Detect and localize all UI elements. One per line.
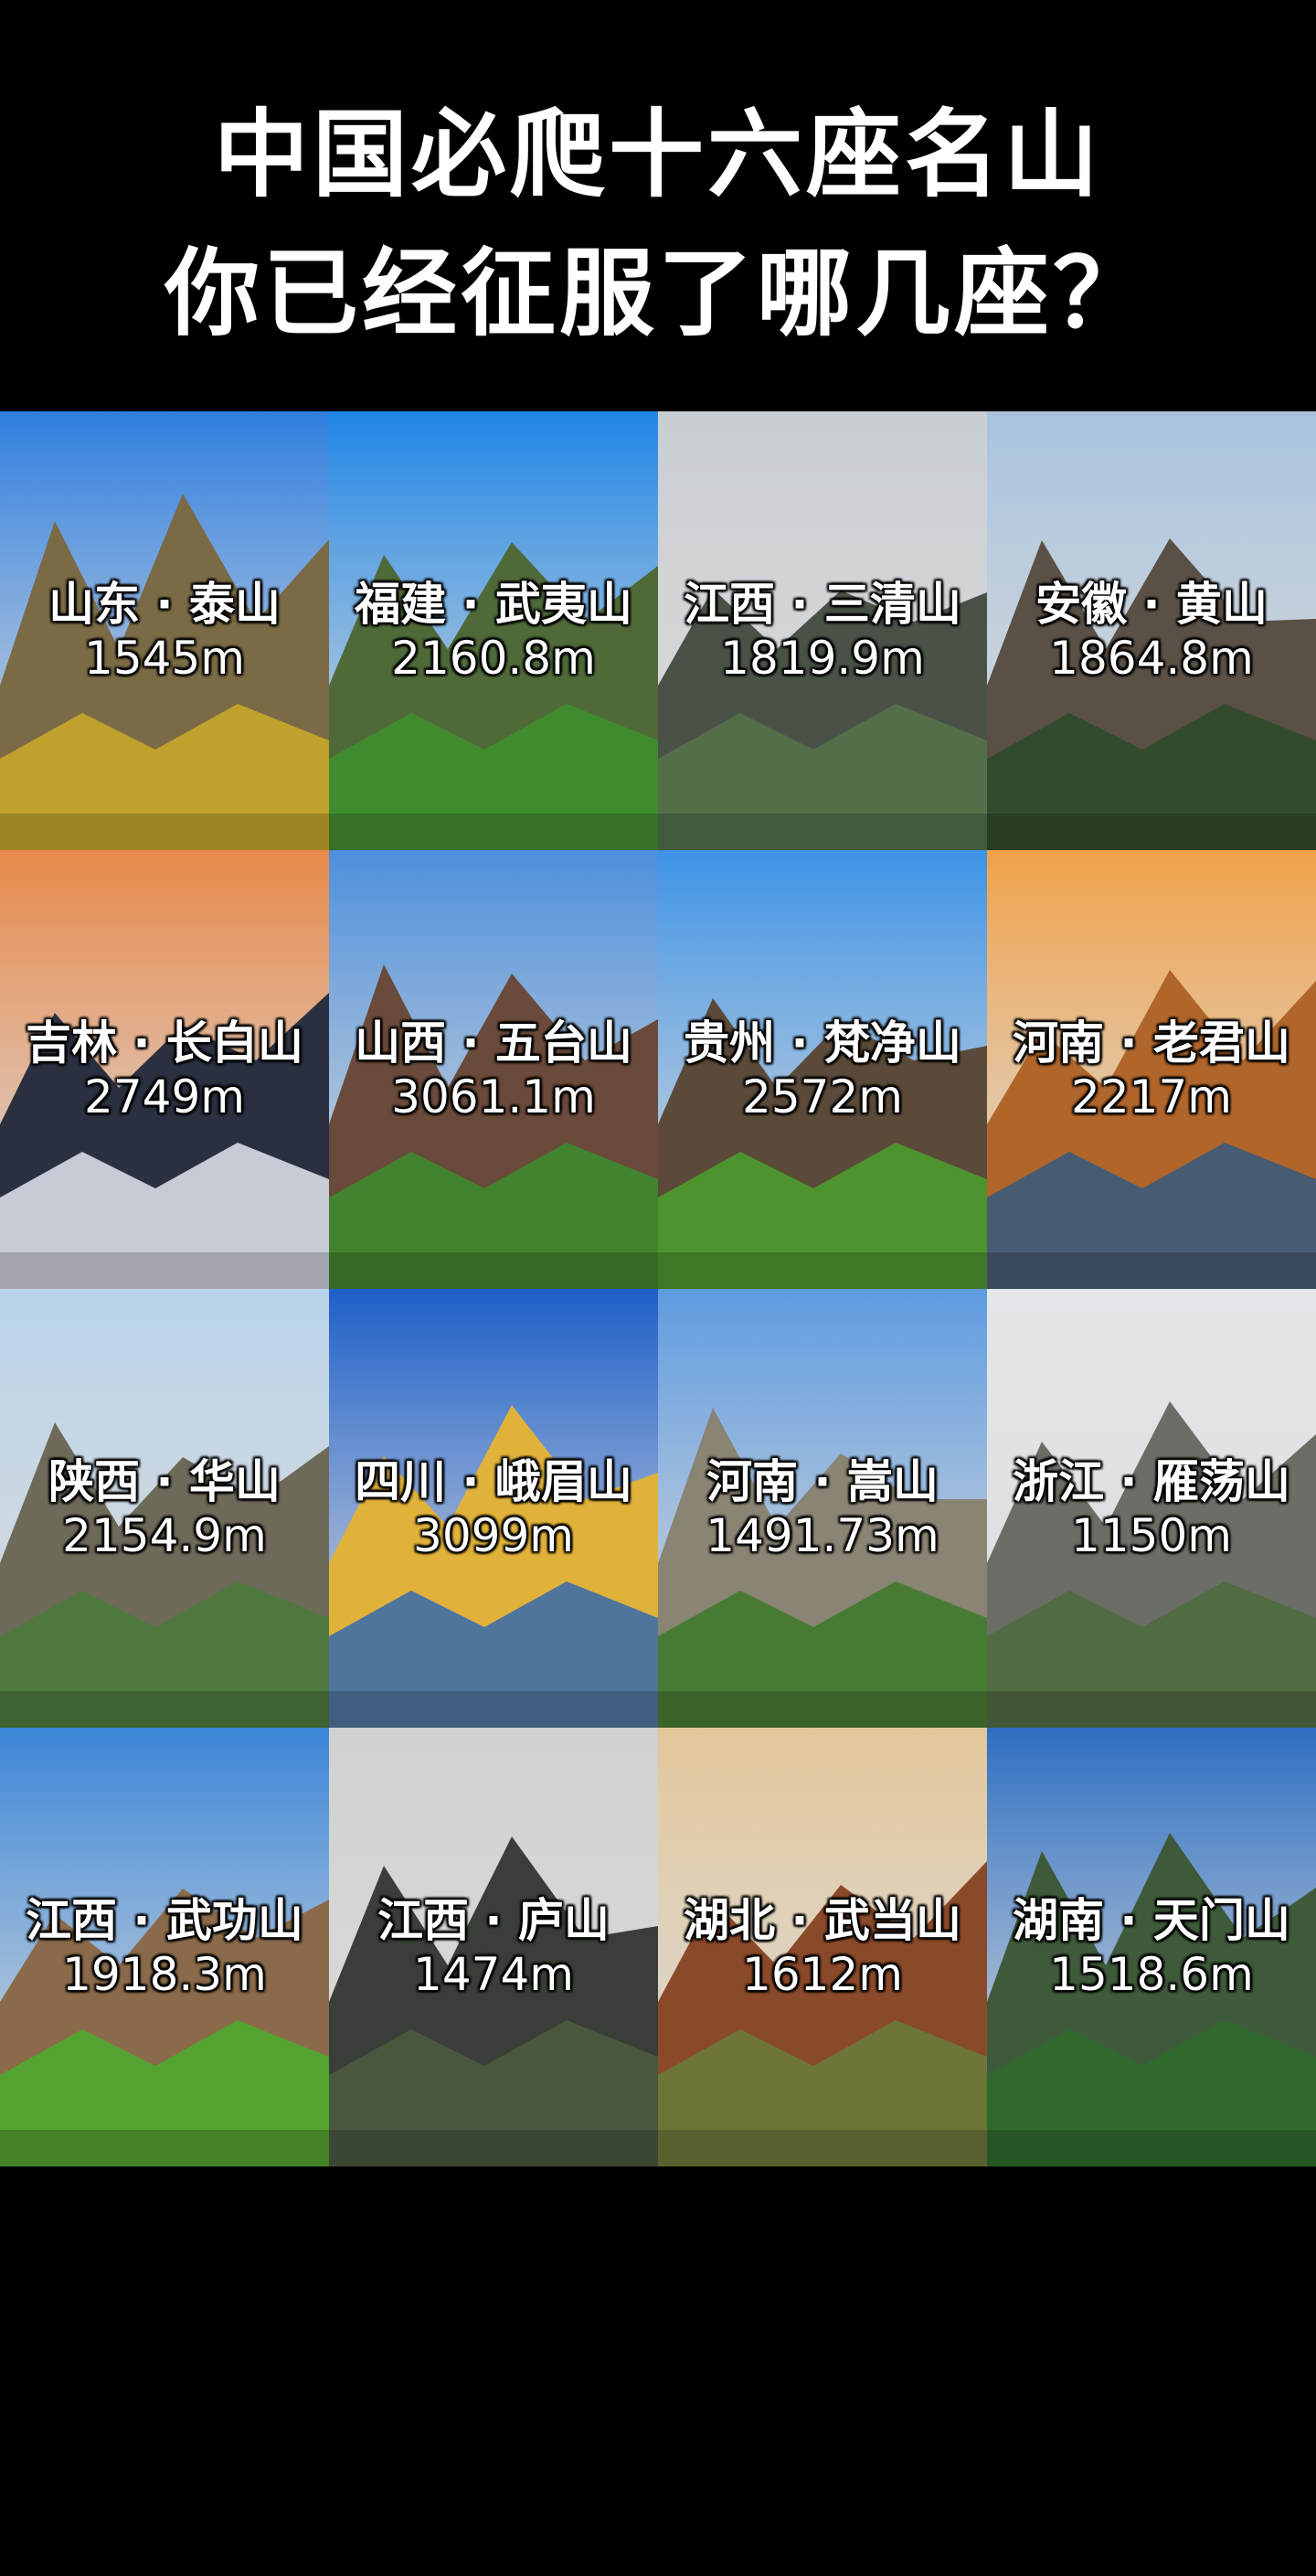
mountain-height: 1474m (413, 1948, 574, 2001)
mountain-tile: 湖北 · 武当山 1612m (658, 1728, 987, 2166)
mountain-tile: 江西 · 三清山 1819.9m (658, 411, 987, 850)
mountain-caption: 安徽 · 黄山 1864.8m (987, 577, 1316, 685)
mountain-height: 1150m (1071, 1509, 1232, 1562)
mountain-caption: 湖北 · 武当山 1612m (658, 1893, 987, 2001)
header: 中国必爬十六座名山 你已经征服了哪几座？ (0, 0, 1316, 411)
mountain-name: 湖北 · 武当山 (684, 1894, 961, 1947)
mountain-height: 1518.6m (1049, 1948, 1254, 2001)
mountain-tile: 浙江 · 雁荡山 1150m (987, 1289, 1316, 1728)
mountain-tile: 吉林 · 长白山 2749m (0, 850, 329, 1289)
bottom-band (0, 2166, 1316, 2576)
mountain-caption: 江西 · 三清山 1819.9m (658, 577, 987, 685)
mountain-caption: 陕西 · 华山 2154.9m (0, 1454, 329, 1562)
mountain-height: 3061.1m (391, 1070, 596, 1123)
mountain-name: 湖南 · 天门山 (1013, 1894, 1290, 1947)
mountain-tile: 河南 · 嵩山 1491.73m (658, 1289, 987, 1728)
mountain-caption: 吉林 · 长白山 2749m (0, 1016, 329, 1123)
mountain-height: 1612m (742, 1948, 903, 2001)
mountain-name: 江西 · 武功山 (26, 1894, 303, 1947)
mountain-name: 江西 · 三清山 (684, 578, 961, 631)
mountain-tile: 贵州 · 梵净山 2572m (658, 850, 987, 1289)
mountain-tile: 河南 · 老君山 2217m (987, 850, 1316, 1289)
mountain-caption: 四川 · 峨眉山 3099m (329, 1454, 658, 1562)
mountain-height: 2572m (742, 1070, 903, 1123)
mountain-height: 1819.9m (720, 632, 925, 685)
mountain-tile: 福建 · 武夷山 2160.8m (329, 411, 658, 850)
mountain-name: 贵州 · 梵净山 (684, 1017, 961, 1070)
mountain-height: 2749m (84, 1070, 245, 1123)
mountain-caption: 贵州 · 梵净山 2572m (658, 1016, 987, 1123)
mountain-caption: 河南 · 嵩山 1491.73m (658, 1454, 987, 1562)
mountain-tile: 山西 · 五台山 3061.1m (329, 850, 658, 1289)
mountain-name: 福建 · 武夷山 (355, 578, 632, 631)
mountain-height: 1491.73m (706, 1509, 939, 1562)
mountain-name: 陕西 · 华山 (48, 1455, 281, 1508)
mountain-tile: 湖南 · 天门山 1518.6m (987, 1728, 1316, 2166)
title-line-1: 中国必爬十六座名山 (213, 99, 1102, 210)
mountain-height: 2154.9m (62, 1509, 267, 1562)
mountain-height: 3099m (413, 1509, 574, 1562)
mountain-caption: 福建 · 武夷山 2160.8m (329, 577, 658, 685)
mountain-tile: 山东 · 泰山 1545m (0, 411, 329, 850)
mountain-name: 河南 · 嵩山 (706, 1455, 939, 1508)
mountain-name: 江西 · 庐山 (377, 1894, 610, 1947)
mountain-caption: 浙江 · 雁荡山 1150m (987, 1454, 1316, 1562)
mountain-name: 安徽 · 黄山 (1035, 578, 1268, 631)
mountain-caption: 山东 · 泰山 1545m (0, 577, 329, 685)
mountain-name: 河南 · 老君山 (1013, 1017, 1290, 1070)
mountain-height: 2217m (1071, 1070, 1232, 1123)
mountain-height: 2160.8m (391, 632, 596, 685)
mountain-caption: 山西 · 五台山 3061.1m (329, 1016, 658, 1123)
mountain-caption: 湖南 · 天门山 1518.6m (987, 1893, 1316, 2001)
mountain-tile: 江西 · 庐山 1474m (329, 1728, 658, 2166)
mountain-caption: 河南 · 老君山 2217m (987, 1016, 1316, 1123)
mountain-name: 吉林 · 长白山 (26, 1017, 303, 1070)
mountain-name: 浙江 · 雁荡山 (1013, 1455, 1290, 1508)
mountain-tile: 四川 · 峨眉山 3099m (329, 1289, 658, 1728)
mountain-tile: 江西 · 武功山 1918.3m (0, 1728, 329, 2166)
title-line-2: 你已经征服了哪几座？ (164, 238, 1152, 349)
mountain-caption: 江西 · 武功山 1918.3m (0, 1893, 329, 2001)
mountain-height: 1918.3m (62, 1948, 267, 2001)
mountain-height: 1864.8m (1049, 632, 1254, 685)
mountain-caption: 江西 · 庐山 1474m (329, 1893, 658, 2001)
mountain-name: 山西 · 五台山 (355, 1017, 632, 1070)
mountain-tile: 陕西 · 华山 2154.9m (0, 1289, 329, 1728)
mountain-grid: 山东 · 泰山 1545m 福建 · 武夷山 2160.8m 江西 · 三清山 1819.… (0, 411, 1316, 2166)
mountain-height: 1545m (84, 632, 245, 685)
mountain-name: 山东 · 泰山 (48, 578, 281, 631)
mountain-tile: 安徽 · 黄山 1864.8m (987, 411, 1316, 850)
mountain-name: 四川 · 峨眉山 (355, 1455, 632, 1508)
